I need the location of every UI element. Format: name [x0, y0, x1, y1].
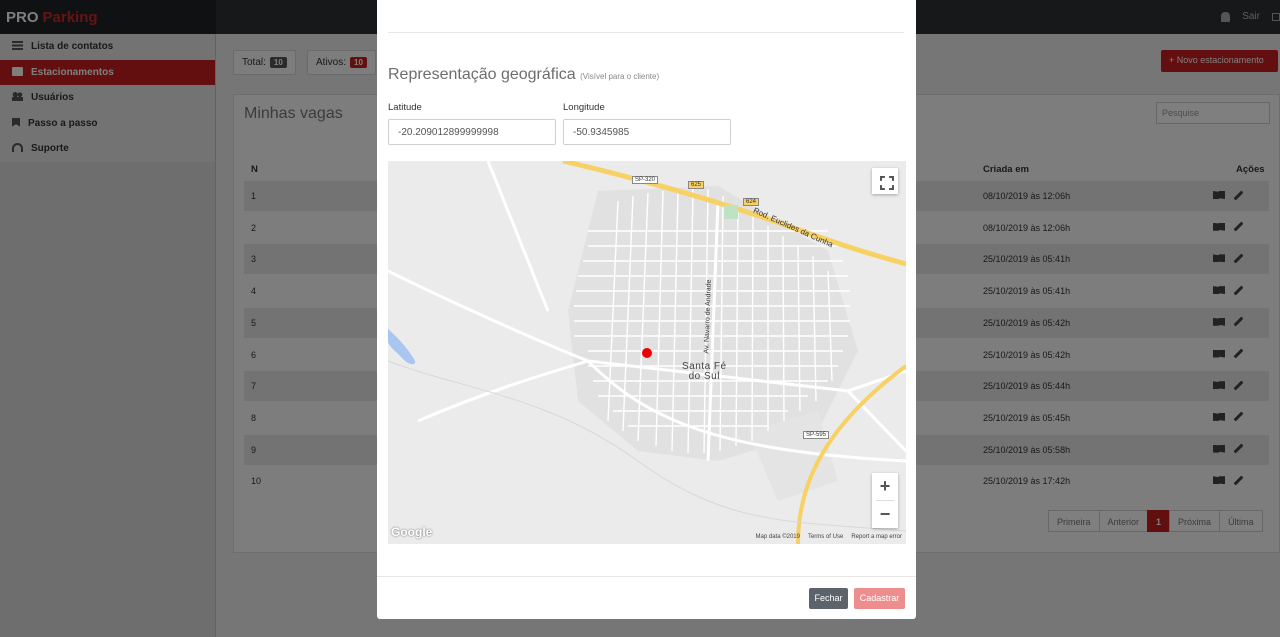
geo-modal: Representação geográfica (Visível para o…: [377, 0, 916, 619]
city-label-line: do Sul: [688, 371, 720, 382]
longitude-label: Longitude: [563, 102, 605, 113]
longitude-input[interactable]: -50.9345985: [563, 119, 731, 145]
map-data-text: Map data ©2019: [755, 534, 800, 540]
zoom-in-button[interactable]: +: [872, 473, 898, 500]
fullscreen-button[interactable]: [872, 168, 898, 194]
latitude-input[interactable]: -20.209012899999998: [388, 119, 556, 145]
google-logo: Google: [391, 525, 433, 539]
latitude-label: Latitude: [388, 102, 422, 113]
road-shield: 624: [743, 198, 760, 206]
save-button[interactable]: Cadastrar: [854, 588, 905, 609]
modal-title-text: Representação geográfica: [388, 66, 576, 83]
report-error-link[interactable]: Report a map error: [851, 534, 902, 540]
close-button[interactable]: Fechar: [809, 588, 848, 609]
modal-footer-divider: [377, 576, 916, 577]
road-shield: SP-595: [803, 431, 830, 439]
road-shield: 625: [688, 181, 705, 189]
zoom-out-button[interactable]: −: [872, 501, 898, 528]
city-label: Santa Fé do Sul: [682, 362, 727, 382]
zoom-control: + −: [872, 473, 898, 528]
modal-divider: [388, 32, 904, 33]
modal-title: Representação geográfica (Visível para o…: [388, 66, 659, 84]
map-attribution: Map data ©2019 Terms of Use Report a map…: [756, 534, 902, 540]
map-view[interactable]: SP-320 625 624 SP-595 Rod. Euclides da C…: [388, 161, 906, 544]
terms-link[interactable]: Terms of Use: [808, 534, 843, 540]
location-marker[interactable]: [642, 348, 652, 358]
modal-subtitle: (Visível para o cliente): [580, 72, 660, 81]
road-shield: SP-320: [632, 176, 659, 184]
